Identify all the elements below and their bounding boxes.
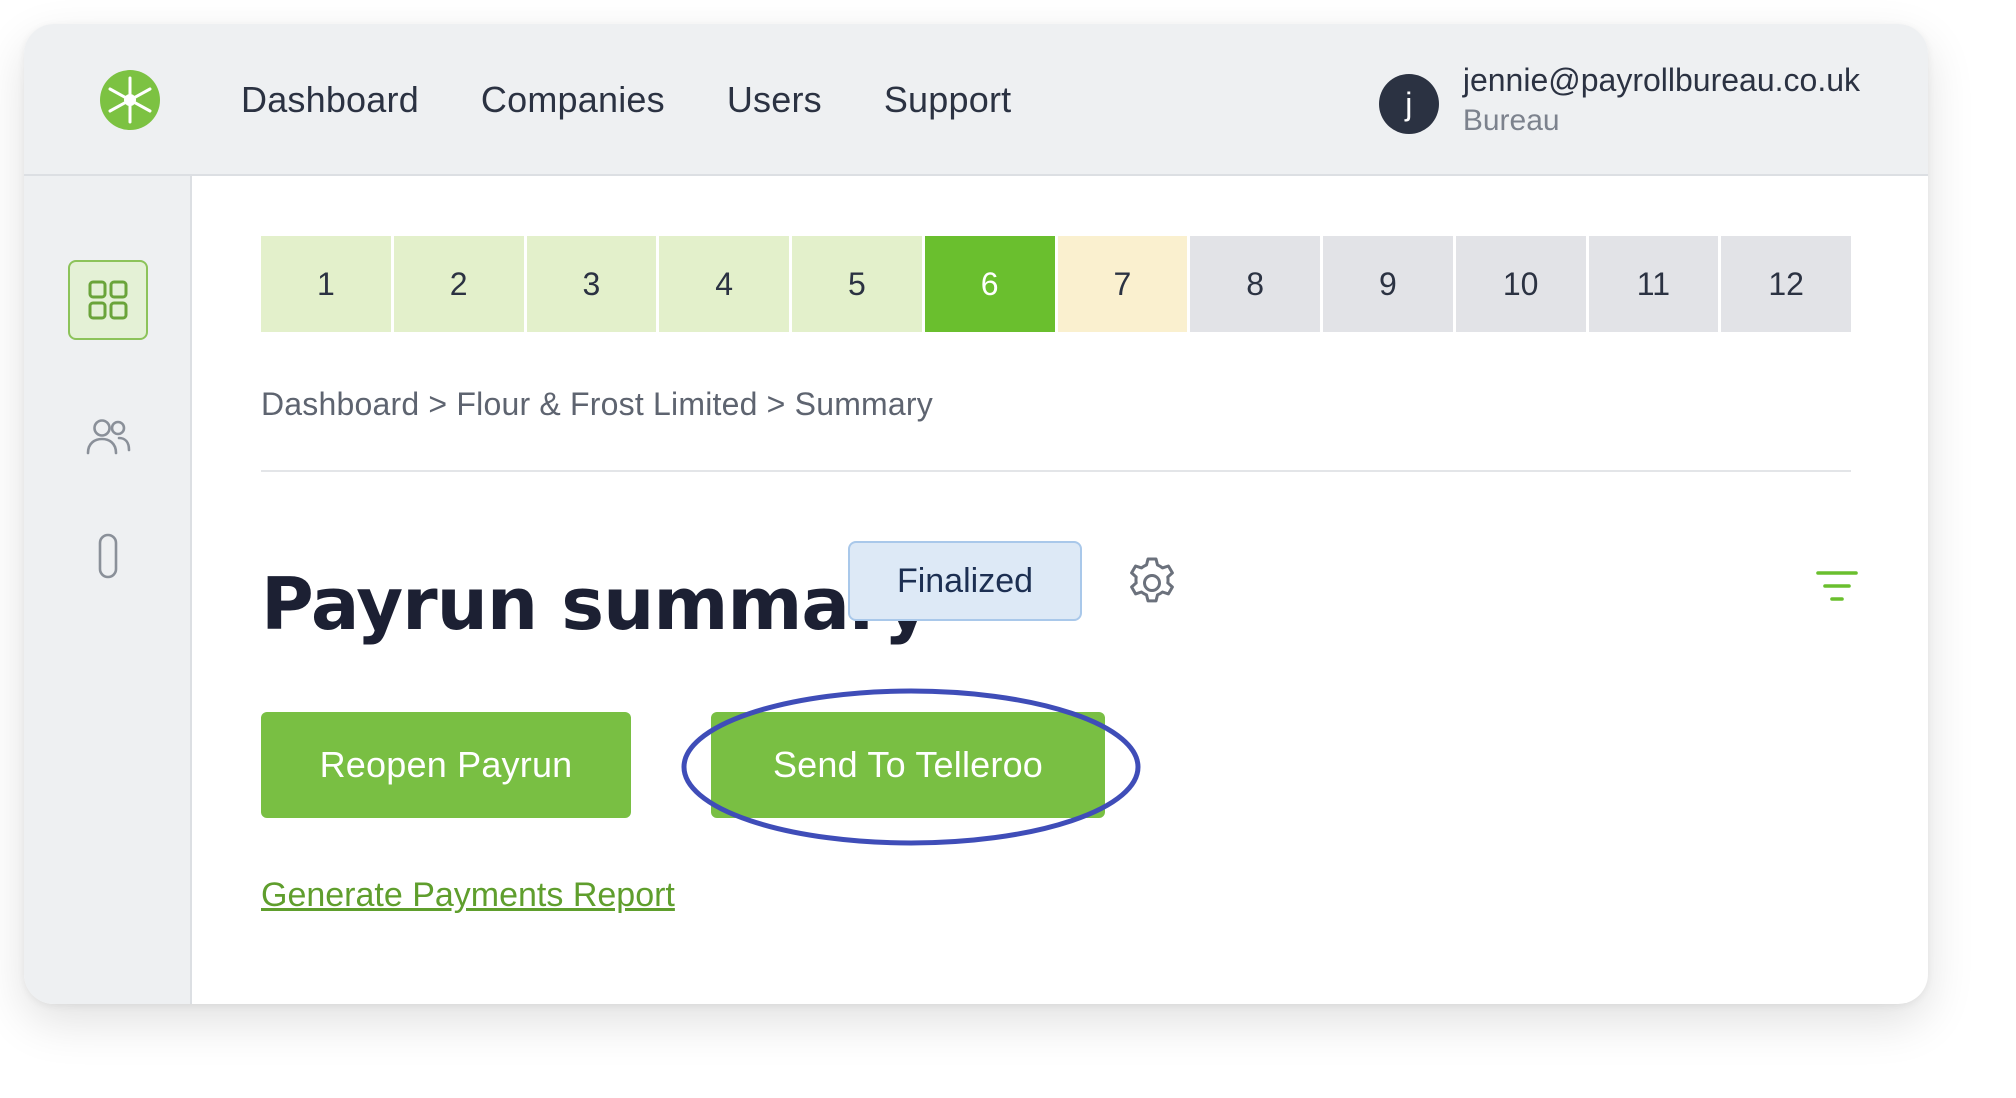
reopen-payrun-button[interactable]: Reopen Payrun bbox=[261, 712, 631, 818]
gear-icon[interactable] bbox=[1124, 555, 1180, 611]
step-2[interactable]: 2 bbox=[393, 236, 524, 332]
sidebar-item-dashboard[interactable] bbox=[68, 260, 148, 340]
user-email: jennie@payrollbureau.co.uk bbox=[1462, 62, 1860, 98]
sidebar-item-users[interactable] bbox=[68, 396, 148, 476]
user-menu[interactable]: j jennie@payrollbureau.co.uk Bureau bbox=[1378, 60, 1860, 142]
sidebar bbox=[24, 176, 192, 1004]
generate-payments-report-link[interactable]: Generate Payments Report bbox=[261, 876, 675, 915]
page-title: Payrun summary bbox=[261, 562, 930, 646]
send-to-telleroo-button[interactable]: Send To Telleroo bbox=[711, 712, 1105, 818]
step-7[interactable]: 7 bbox=[1057, 236, 1188, 332]
dashboard-grid-icon bbox=[88, 280, 128, 320]
step-12[interactable]: 12 bbox=[1721, 236, 1851, 332]
step-10[interactable]: 10 bbox=[1455, 236, 1586, 332]
step-9[interactable]: 9 bbox=[1323, 236, 1453, 332]
app-window: Dashboard Companies Users Support j jenn… bbox=[24, 24, 1928, 1004]
top-navigation-bar: Dashboard Companies Users Support j jenn… bbox=[24, 24, 1928, 176]
status-badge: Finalized bbox=[848, 541, 1082, 621]
avatar[interactable]: j bbox=[1378, 74, 1439, 134]
filter-icon[interactable] bbox=[1814, 568, 1860, 604]
nav-users[interactable]: Users bbox=[727, 79, 822, 121]
nav-companies[interactable]: Companies bbox=[481, 79, 665, 121]
users-icon bbox=[86, 419, 131, 455]
user-role: Bureau bbox=[1462, 104, 1560, 137]
step-4[interactable]: 4 bbox=[659, 236, 789, 332]
main-nav: Dashboard Companies Users Support bbox=[241, 24, 1073, 176]
user-info: jennie@payrollbureau.co.uk Bureau bbox=[1463, 60, 1860, 142]
step-6[interactable]: 6 bbox=[924, 236, 1055, 332]
paperclip-icon bbox=[98, 533, 118, 579]
step-1[interactable]: 1 bbox=[261, 236, 391, 332]
nav-support[interactable]: Support bbox=[884, 79, 1012, 121]
brand-logo-icon[interactable] bbox=[98, 68, 162, 132]
nav-dashboard[interactable]: Dashboard bbox=[241, 79, 419, 121]
step-11[interactable]: 11 bbox=[1588, 236, 1719, 332]
step-3[interactable]: 3 bbox=[526, 236, 657, 332]
step-8[interactable]: 8 bbox=[1190, 236, 1320, 332]
pay-period-stepper: 1 2 3 4 5 6 7 8 9 10 11 12 bbox=[261, 236, 1851, 332]
sidebar-item-attachments[interactable] bbox=[68, 516, 148, 596]
step-5[interactable]: 5 bbox=[792, 236, 922, 332]
breadcrumb[interactable]: Dashboard > Flour & Frost Limited > Summ… bbox=[261, 386, 933, 423]
divider bbox=[261, 470, 1851, 472]
